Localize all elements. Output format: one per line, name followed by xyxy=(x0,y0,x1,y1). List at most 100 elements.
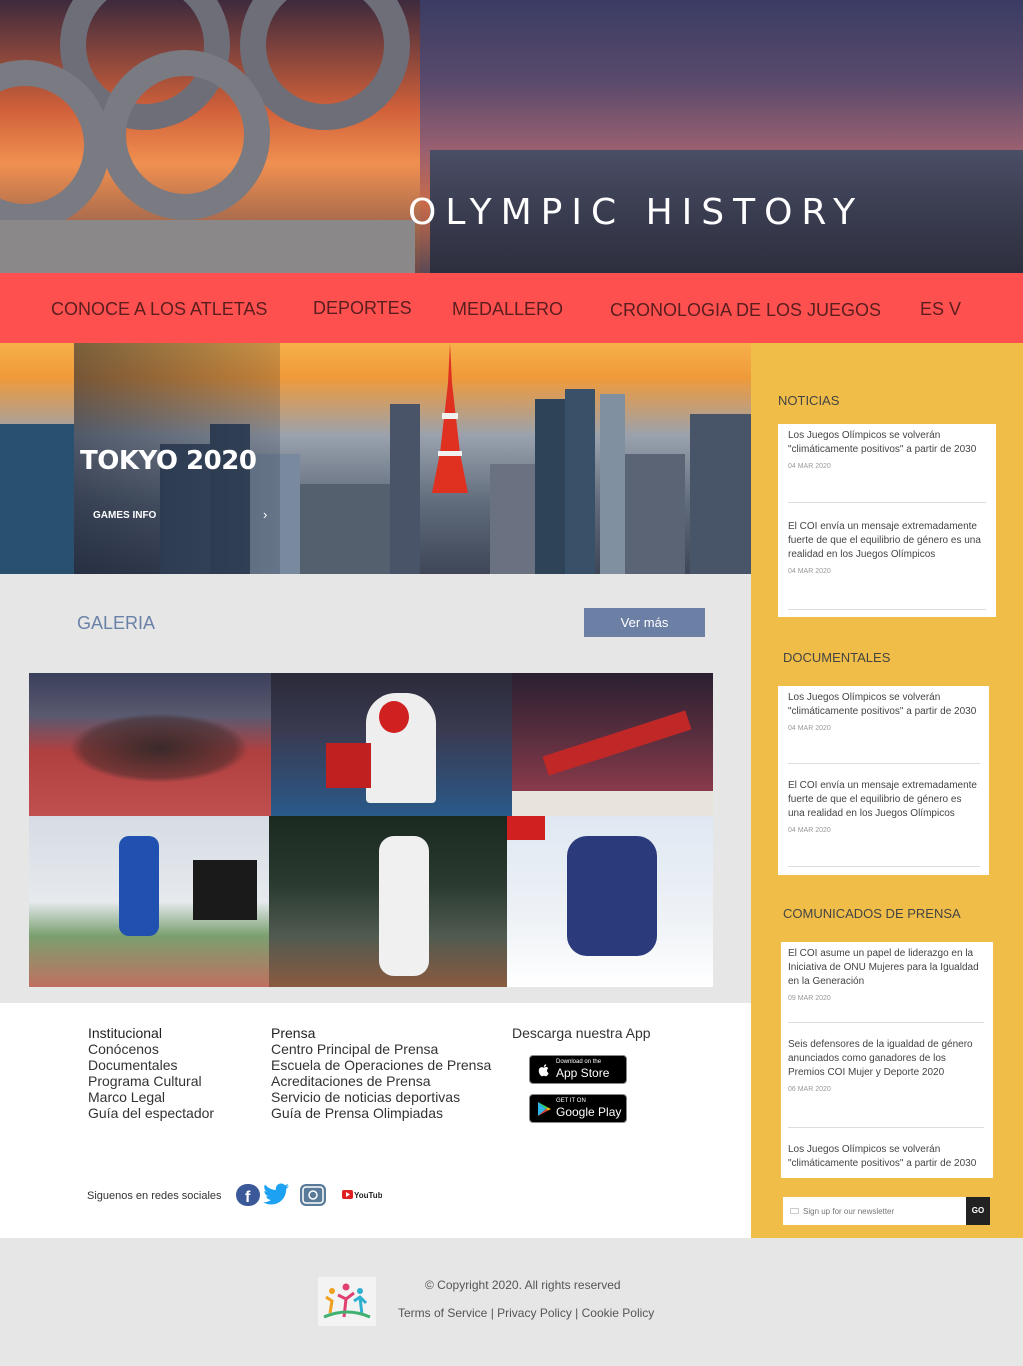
press-item-title[interactable]: Los Juegos Olímpicos se volverán "climát… xyxy=(788,1143,984,1171)
footer-link[interactable]: Servicio de noticias deportivas xyxy=(271,1089,491,1105)
newsletter-go-button[interactable]: GO xyxy=(966,1197,990,1225)
hero-banner: OLYMPIC HISTORY xyxy=(0,0,1023,273)
app-store-button[interactable]: Download on the App Store xyxy=(529,1055,627,1084)
athlete xyxy=(69,713,249,783)
press-item[interactable]: El COI asume un papel de liderazgo en la… xyxy=(788,947,984,1002)
nav-cronologia[interactable]: CRONOLOGIA DE LOS JUEGOS xyxy=(610,300,881,321)
people-logo-icon xyxy=(323,1283,371,1319)
gallery-photo-baseball[interactable] xyxy=(269,816,507,987)
apple-icon xyxy=(538,1064,549,1077)
divider xyxy=(788,1022,984,1023)
press-item[interactable]: Seis defensores de la igualdad de género… xyxy=(788,1038,984,1093)
footer-link[interactable]: Marco Legal xyxy=(88,1089,214,1105)
footer-col-prensa: Prensa Centro Principal de Prensa Escuel… xyxy=(271,1025,491,1121)
site-title: OLYMPIC HISTORY xyxy=(408,192,865,233)
news-item-date: 04 MAR 2020 xyxy=(788,568,831,575)
tokyo-banner[interactable]: TOKYO 2020 GAMES INFO › xyxy=(0,343,751,574)
google-play-button[interactable]: GET IT ON Google Play xyxy=(529,1094,627,1123)
copyright: © Copyright 2020. All rights reserved xyxy=(425,1278,621,1292)
news-item[interactable]: El COI envía un mensaje extremadamente f… xyxy=(788,520,986,575)
athlete xyxy=(542,710,692,776)
bottom-bar xyxy=(0,1238,1023,1366)
footer-link[interactable]: Programa Cultural xyxy=(88,1073,214,1089)
svg-text:YouTube: YouTube xyxy=(354,1191,382,1200)
chevron-right-icon[interactable]: › xyxy=(263,507,267,522)
nav-language[interactable]: ES V xyxy=(920,299,961,320)
gate-flag xyxy=(507,816,545,840)
games-info-link[interactable]: GAMES INFO xyxy=(93,510,156,521)
gallery-title: GALERIA xyxy=(77,613,156,633)
press-item-title[interactable]: Seis defensores de la igualdad de género… xyxy=(788,1038,984,1080)
press-item[interactable]: Los Juegos Olímpicos se volverán "climát… xyxy=(788,1143,984,1171)
gallery-photo-alpine-ski[interactable] xyxy=(507,816,713,987)
appstore-small-label: Download on the xyxy=(556,1059,602,1065)
site-logo[interactable] xyxy=(318,1277,376,1326)
building xyxy=(625,454,685,574)
athlete xyxy=(119,836,159,936)
footer-link[interactable]: Centro Principal de Prensa xyxy=(271,1041,491,1057)
footer-col-institucional: Institucional Conócenos Documentales Pro… xyxy=(88,1025,214,1121)
press-item-date: 09 MAR 2020 xyxy=(788,995,831,1002)
building xyxy=(690,414,751,574)
doc-item[interactable]: Los Juegos Olímpicos se volverán "climát… xyxy=(788,691,980,732)
gallery-photo-gymnastics[interactable] xyxy=(512,673,713,816)
athlete xyxy=(379,836,429,976)
building xyxy=(535,399,565,574)
news-item[interactable]: Los Juegos Olímpicos se volverán "climát… xyxy=(788,429,986,470)
documentales-card: Los Juegos Olímpicos se volverán "climát… xyxy=(778,686,989,875)
legal-links[interactable]: Terms of Service | Privacy Policy | Cook… xyxy=(398,1306,654,1320)
googleplay-small-label: GET IT ON xyxy=(556,1098,586,1104)
footer-link[interactable]: Escuela de Operaciones de Prensa xyxy=(271,1057,491,1073)
timer-board xyxy=(193,860,257,920)
comunicados-card: El COI asume un papel de liderazgo en la… xyxy=(781,942,993,1178)
gallery-photo-taekwondo[interactable] xyxy=(271,673,512,816)
ver-mas-button[interactable]: Ver más xyxy=(584,608,705,637)
olympic-ring-icon xyxy=(100,50,270,220)
footer-link[interactable]: Acreditaciones de Prensa xyxy=(271,1073,491,1089)
scoreboard xyxy=(326,743,371,788)
youtube-icon[interactable]: YouTube xyxy=(342,1189,382,1201)
banner-title: TOKYO 2020 xyxy=(80,446,257,476)
press-item-title[interactable]: El COI asume un papel de liderazgo en la… xyxy=(788,947,984,989)
appstore-big-label: App Store xyxy=(556,1066,610,1080)
documentales-heading: DOCUMENTALES xyxy=(783,650,891,665)
doc-item-title[interactable]: Los Juegos Olímpicos se volverán "climát… xyxy=(788,691,980,719)
svg-text:f: f xyxy=(245,1189,251,1206)
news-item-title[interactable]: El COI envía un mensaje extremadamente f… xyxy=(788,520,986,562)
doc-item-date: 04 MAR 2020 xyxy=(788,725,831,732)
footer-link[interactable]: Guía de Prensa Olimpiadas xyxy=(271,1105,491,1121)
divider xyxy=(788,1127,984,1128)
building xyxy=(0,424,74,574)
gallery-photo-long-jump[interactable] xyxy=(29,816,269,987)
twitter-icon[interactable] xyxy=(263,1183,290,1207)
footer-link[interactable]: Documentales xyxy=(88,1057,214,1073)
doc-item[interactable]: El COI envía un mensaje extremadamente f… xyxy=(788,779,980,834)
comunicados-heading: COMUNICADOS DE PRENSA xyxy=(783,906,961,921)
nav-atletas[interactable]: CONOCE A LOS ATLETAS xyxy=(51,299,267,320)
divider xyxy=(788,763,980,764)
news-item-title[interactable]: Los Juegos Olímpicos se volverán "climát… xyxy=(788,429,986,457)
instagram-icon[interactable] xyxy=(299,1183,327,1207)
facebook-icon[interactable]: f xyxy=(236,1184,260,1206)
footer-link[interactable]: Conócenos xyxy=(88,1041,214,1057)
mail-icon xyxy=(790,1208,799,1214)
divider xyxy=(788,866,980,867)
gallery-photo-sprint[interactable] xyxy=(29,673,271,816)
news-item-date: 04 MAR 2020 xyxy=(788,463,831,470)
newsletter-form: GO xyxy=(783,1197,990,1225)
footer-col-head: Prensa xyxy=(271,1025,316,1041)
footer-link[interactable]: Guía del espectador xyxy=(88,1105,214,1121)
divider xyxy=(788,609,986,610)
noticias-card: Los Juegos Olímpicos se volverán "climát… xyxy=(778,424,996,617)
nav-deportes[interactable]: DEPORTES xyxy=(313,298,412,319)
footer-app-head: Descarga nuestra App xyxy=(512,1025,651,1041)
footer-col-head: Institucional xyxy=(88,1025,162,1041)
noticias-heading: NOTICIAS xyxy=(778,393,840,408)
helmet xyxy=(379,701,409,733)
pommel-horse xyxy=(512,791,713,816)
nav-medallero[interactable]: MEDALLERO xyxy=(452,299,563,320)
building xyxy=(390,404,420,574)
doc-item-title[interactable]: El COI envía un mensaje extremadamente f… xyxy=(788,779,980,821)
social-label: Siguenos en redes sociales xyxy=(87,1190,222,1202)
newsletter-input[interactable] xyxy=(803,1203,963,1219)
